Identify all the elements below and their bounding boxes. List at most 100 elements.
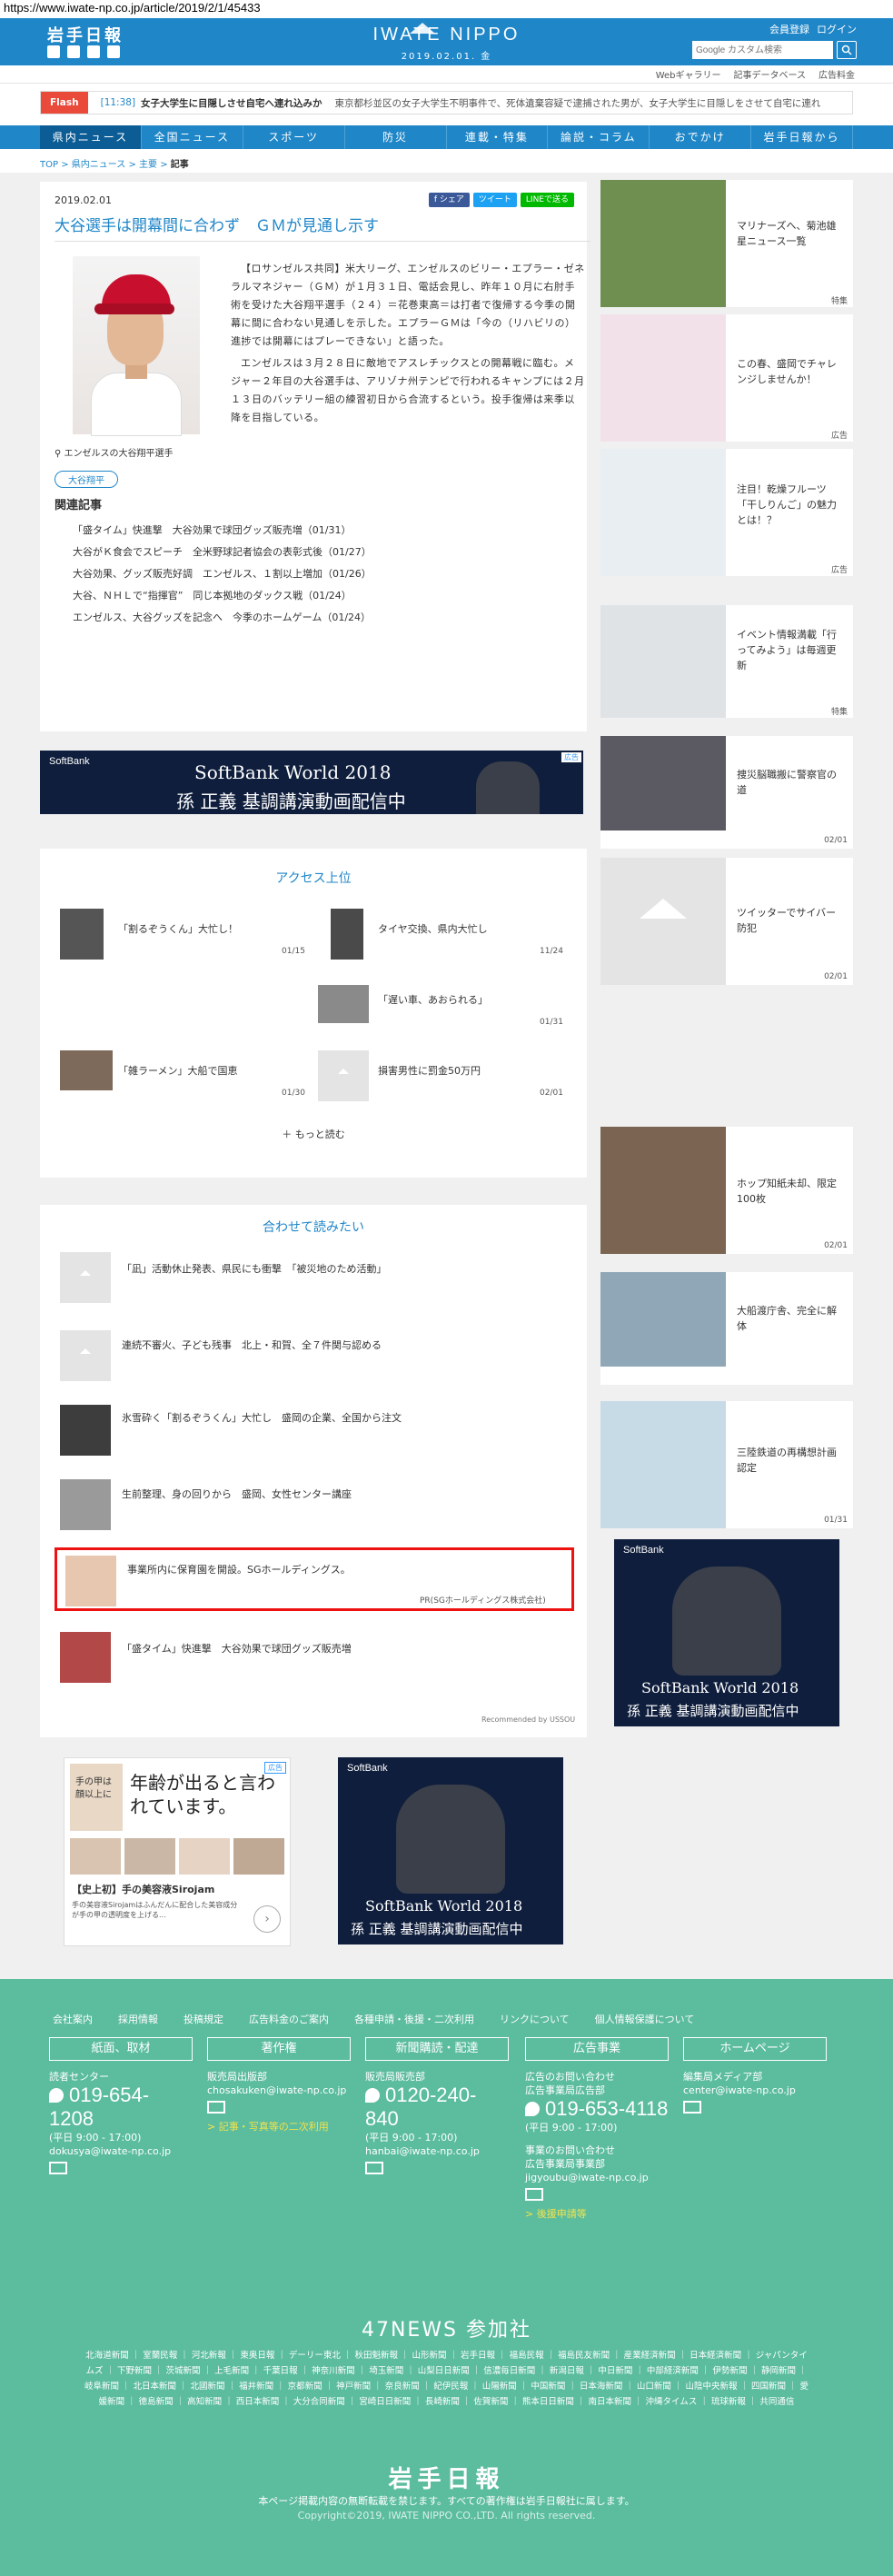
nav-national-news[interactable]: 全国ニュース bbox=[142, 125, 243, 149]
search-button[interactable] bbox=[837, 41, 857, 59]
search-input[interactable] bbox=[692, 41, 833, 59]
footer-link[interactable]: 会社案内 bbox=[53, 2012, 93, 2026]
browser-url[interactable]: https://www.iwate-np.co.jp/article/2019/… bbox=[0, 0, 893, 18]
sidebar-item[interactable]: イベント情報満載「行ってみよう」は毎週更新 特集 bbox=[600, 605, 853, 718]
related-link[interactable]: 大谷がＫ食会でスピーチ 全米野球記者協会の表彰式後（01/27） bbox=[73, 542, 372, 563]
footer-button[interactable]: 紙面、取材 bbox=[49, 2037, 193, 2061]
footer-button[interactable]: 新聞購読・配達 bbox=[365, 2037, 509, 2061]
rank-thumb[interactable] bbox=[331, 909, 363, 960]
rank-link[interactable]: 「遅い車、あおられる」 bbox=[378, 992, 488, 1007]
flash-news[interactable]: Flash [11:38] 女子大学生に目隠しさせ自宅へ連れ込みか 東京都杉並区… bbox=[40, 91, 853, 114]
flash-body[interactable]: 東京都杉並区の女子大学生不明事件で、死体遺棄容疑で逮捕された男が、女子大学生に目… bbox=[335, 96, 821, 110]
footer-button[interactable]: 著作権 bbox=[207, 2037, 351, 2061]
rec-thumb[interactable] bbox=[65, 1556, 116, 1606]
footer-link[interactable]: リンクについて bbox=[500, 2012, 570, 2026]
sidebar-item[interactable]: マリナーズへ、菊池雄星ニュース一覧 特集 bbox=[600, 180, 853, 307]
facebook-share-button[interactable]: f シェア bbox=[428, 193, 470, 207]
rec-thumb-placeholder[interactable] bbox=[60, 1330, 111, 1381]
softbank-ad-banner[interactable]: SoftBank SoftBank World 2018 孫 正義 基調講演動画… bbox=[40, 751, 583, 814]
rank-thumb-placeholder[interactable] bbox=[318, 1050, 369, 1101]
article-tag[interactable]: 大谷翔平 bbox=[55, 471, 118, 488]
crumb-local[interactable]: 県内ニュース bbox=[72, 160, 126, 170]
footer-link[interactable]: 個人情報保護について bbox=[595, 2012, 695, 2026]
mail-icon[interactable] bbox=[525, 2188, 543, 2201]
rec-link[interactable]: 「凪」活動休止発表、県民にも衝撃 「被災地のため活動」 bbox=[122, 1261, 387, 1276]
article-photo[interactable] bbox=[73, 256, 200, 436]
mail-icon[interactable] bbox=[683, 2101, 701, 2114]
rank-thumb[interactable] bbox=[60, 1050, 113, 1090]
twitter-icon[interactable] bbox=[47, 45, 60, 58]
nav-opinion[interactable]: 論説・コラム bbox=[548, 125, 650, 149]
footer-mail[interactable]: dokusya@iwate-np.co.jp bbox=[49, 2144, 193, 2158]
footer-link[interactable]: 投稿規定 bbox=[184, 2012, 223, 2026]
news47-members[interactable]: 北海道新聞 ｜ 室蘭民報 ｜ 河北新報 ｜ 東奥日報 ｜ デーリー東北 ｜ 秋田… bbox=[82, 2348, 811, 2410]
line-icon[interactable] bbox=[87, 45, 100, 58]
rank-link[interactable]: 損害男性に罰金50万円 bbox=[378, 1063, 481, 1078]
nav-from-nippo[interactable]: 岩手日報から bbox=[751, 125, 853, 149]
softbank-ad-square[interactable]: SoftBank SoftBank World 2018 孫 正義 基調講演動画… bbox=[338, 1757, 563, 1944]
rank-thumb[interactable] bbox=[318, 985, 369, 1023]
footer-mail[interactable]: hanbai@iwate-np.co.jp bbox=[365, 2144, 509, 2158]
rec-link[interactable]: 生前整理、身の回りから 盛岡、女性センター講座 bbox=[122, 1487, 352, 1501]
subnav-item[interactable]: Webギャラリー bbox=[656, 67, 721, 81]
rec-thumb[interactable] bbox=[60, 1405, 111, 1456]
nav-outing[interactable]: おでかけ bbox=[650, 125, 752, 149]
sidebar-item[interactable]: この春、盛岡でチャレンジしませんか！ 広告 bbox=[600, 314, 853, 442]
footer-button[interactable]: 広告事業 bbox=[525, 2037, 669, 2061]
rec-link[interactable]: 連続不審火、子ども残事 北上・和賀、全７件関与認める bbox=[122, 1338, 382, 1352]
footer-phone[interactable]: 019-653-4118 bbox=[525, 2097, 669, 2121]
footer-mail[interactable]: center@iwate-np.co.jp bbox=[683, 2084, 827, 2097]
ad-badge[interactable]: 広告 bbox=[561, 752, 581, 762]
mail-icon[interactable] bbox=[365, 2162, 383, 2174]
crumb-top[interactable]: TOP bbox=[40, 160, 58, 170]
related-link[interactable]: 大谷効果、グッズ販売好調 エンゼルス、１割以上増加（01/26） bbox=[73, 563, 372, 585]
footer-mail[interactable]: jigyoubu@iwate-np.co.jp bbox=[525, 2171, 669, 2184]
rec-link[interactable]: 「盛タイム」快進撃 大谷効果で球団グッズ販売増 bbox=[122, 1641, 352, 1656]
sidebar-item[interactable]: 捜災脳職搬に警察官の道 02/01 bbox=[600, 736, 853, 849]
brand[interactable]: IWATE NIPPO 2019.02.01. 金 bbox=[373, 23, 521, 62]
rec-link[interactable]: 氷雪砕く「割るぞうくん」大忙し 盛岡の企業、全国から注文 bbox=[122, 1410, 402, 1425]
footer-logo[interactable]: 岩手日報 bbox=[0, 2461, 893, 2494]
rec-thumb[interactable] bbox=[60, 1632, 111, 1683]
nav-local-news[interactable]: 県内ニュース bbox=[40, 125, 142, 149]
mail-icon[interactable] bbox=[207, 2101, 225, 2114]
tweet-button[interactable]: ツイート bbox=[472, 193, 517, 207]
ad-badge[interactable]: 広告 bbox=[264, 1762, 286, 1774]
member-link[interactable]: 会員登録 bbox=[769, 22, 809, 36]
subnav-item[interactable]: 広告料金 bbox=[819, 67, 855, 81]
powered-by[interactable]: Recommended by USSOU bbox=[481, 1716, 575, 1724]
logo[interactable]: 岩手日報 bbox=[47, 23, 124, 46]
crumb-main[interactable]: 主要 bbox=[139, 160, 157, 170]
footer-mail[interactable]: chosakuken@iwate-np.co.jp bbox=[207, 2084, 351, 2097]
nav-series[interactable]: 連載・特集 bbox=[447, 125, 549, 149]
sidebar-item[interactable]: 注目！乾燥フルーツ「干しりんご」の魅力とは！？ 広告 bbox=[600, 449, 853, 576]
footer-sponsor-link[interactable]: > 後援申請等 bbox=[525, 2207, 669, 2221]
footer-phone[interactable]: 019-654-1208 bbox=[49, 2084, 193, 2131]
flash-headline[interactable]: 女子大学生に目隠しさせ自宅へ連れ込みか bbox=[141, 96, 322, 110]
softbank-ad-sidebar[interactable]: SoftBank SoftBank World 2018 孫 正義 基調講演動画… bbox=[614, 1539, 839, 1726]
subnav-item[interactable]: 記事データベース bbox=[734, 67, 807, 81]
footer-link[interactable]: 広告料金のご案内 bbox=[249, 2012, 329, 2026]
footer-button[interactable]: ホームページ bbox=[683, 2037, 827, 2061]
line-share-button[interactable]: LINEで送る bbox=[520, 193, 574, 207]
footer-link[interactable]: 採用情報 bbox=[118, 2012, 158, 2026]
sidebar-item[interactable]: 三陸鉄道の再構想計画認定 01/31 bbox=[600, 1401, 853, 1528]
rec-pr-link[interactable]: 事業所内に保育園を開設。SGホールディングス。 bbox=[127, 1562, 351, 1576]
footer-secondary-use-link[interactable]: > 記事・写真等の二次利用 bbox=[207, 2120, 351, 2133]
rec-thumb-placeholder[interactable] bbox=[60, 1252, 111, 1303]
rank-link[interactable]: 「雑ラーメン」大船で国恵 bbox=[118, 1063, 238, 1078]
footer-link[interactable]: 各種申請・後援・二次利用 bbox=[354, 2012, 474, 2026]
sidebar-item[interactable]: ツイッターでサイバー防犯 02/01 bbox=[600, 858, 853, 985]
nav-disaster[interactable]: 防災 bbox=[345, 125, 447, 149]
sirojam-ad[interactable]: 手の甲は 顔以上に 年齢が出ると言われています。 広告 【史上初】手の美容液Si… bbox=[64, 1757, 291, 1946]
instagram-icon[interactable] bbox=[107, 45, 120, 58]
related-link[interactable]: エンゼルス、大谷グッズを記念へ 今季のホームゲーム（01/24） bbox=[73, 607, 372, 629]
footer-phone[interactable]: 0120-240-840 bbox=[365, 2084, 509, 2131]
rank-thumb[interactable] bbox=[60, 909, 104, 960]
more-button[interactable]: ＋ もっと読む bbox=[40, 1127, 587, 1141]
facebook-icon[interactable] bbox=[67, 45, 80, 58]
related-link[interactable]: 「盛タイム」快進撃 大谷効果で球団グッズ販売増（01/31） bbox=[73, 520, 372, 542]
chevron-right-icon[interactable]: › bbox=[253, 1905, 281, 1933]
sidebar-item[interactable]: 大船渡庁舎、完全に解体 bbox=[600, 1272, 853, 1385]
related-link[interactable]: 大谷、ＮＨＬで“指揮官” 同じ本拠地のダックス戦（01/24） bbox=[73, 585, 372, 607]
